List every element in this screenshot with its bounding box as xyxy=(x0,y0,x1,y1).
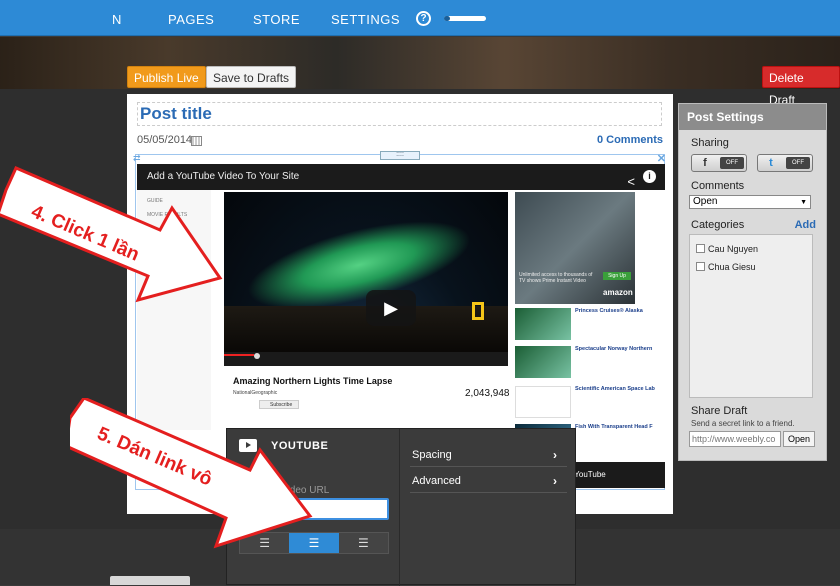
related-video: Scientific American Space Lab xyxy=(515,386,665,420)
checkbox[interactable] xyxy=(696,244,705,253)
categories-label: Categories xyxy=(691,219,745,231)
play-icon[interactable]: ▶ xyxy=(366,290,416,326)
related-title: Spectacular Norway Northern xyxy=(575,346,653,352)
progress-played xyxy=(224,354,254,356)
related-title: Princess Cruises® Alaska xyxy=(575,308,643,314)
related-thumb xyxy=(515,308,571,340)
amazon-logo: amazon xyxy=(603,288,633,297)
national-geographic-logo xyxy=(472,302,484,320)
step-4-callout: 4. Click 1 lần xyxy=(0,166,223,303)
related-title: Fish With Transparent Head F xyxy=(575,424,653,430)
category-label: Cau Nguyen xyxy=(708,244,759,254)
comments-label: Comments xyxy=(691,180,745,192)
video-player[interactable]: ▶ xyxy=(224,192,508,352)
chevron-right-icon: › xyxy=(553,448,557,462)
post-settings-panel: Post Settings Sharing f OFF t OFF Commen… xyxy=(678,103,827,461)
drag-handle[interactable]: :::: xyxy=(380,151,420,160)
toggle-state: OFF xyxy=(786,157,810,169)
bottom-tab[interactable] xyxy=(110,576,190,585)
align-right-button[interactable]: ☰ xyxy=(338,533,388,553)
add-category-link[interactable]: Add xyxy=(795,219,816,231)
post-title-field[interactable]: Post title xyxy=(137,102,662,126)
post-settings-title: Post Settings xyxy=(679,104,826,130)
twitter-share-toggle[interactable]: t OFF xyxy=(757,154,813,172)
share-url-field[interactable]: http://www.weebly.co xyxy=(689,431,781,447)
comments-link[interactable]: 0 Comments xyxy=(597,134,663,146)
ad-text: Unlimited access to thousands of TV show… xyxy=(519,272,593,284)
spacing-label: Spacing xyxy=(412,449,452,461)
share-draft-description: Send a secret link to a friend. xyxy=(691,419,795,428)
related-thumb xyxy=(515,346,571,378)
save-to-drafts-button[interactable]: Save to Drafts xyxy=(206,66,297,88)
related-video: Princess Cruises® Alaska xyxy=(515,308,665,342)
setup-progress-bar xyxy=(444,16,486,21)
post-date[interactable]: 05/05/2014 xyxy=(137,134,192,146)
comments-select-value: Open xyxy=(693,196,718,207)
facebook-icon: f xyxy=(703,157,707,169)
nav-item-partial[interactable]: N xyxy=(112,0,122,36)
toggle-state: OFF xyxy=(720,157,744,169)
category-item[interactable]: Cau Nguyen xyxy=(696,244,758,254)
player-controls[interactable] xyxy=(224,352,508,366)
open-share-button[interactable]: Open xyxy=(783,431,815,447)
channel-name: NationalGeographic xyxy=(233,390,278,396)
scrubber-handle[interactable] xyxy=(254,353,260,359)
facebook-share-toggle[interactable]: f OFF xyxy=(691,154,747,172)
sharing-label: Sharing xyxy=(691,137,729,149)
comments-select[interactable]: Open ▼ xyxy=(689,195,811,209)
calendar-icon[interactable] xyxy=(191,136,202,146)
video-title: Amazing Northern Lights Time Lapse xyxy=(233,376,393,386)
top-nav-bar: N PAGES STORE SETTINGS ? xyxy=(0,0,840,36)
info-icon[interactable]: i xyxy=(643,170,656,183)
view-count: 2,043,948 xyxy=(465,388,510,399)
twitter-icon: t xyxy=(769,157,773,169)
related-video: Spectacular Norway Northern xyxy=(515,346,665,380)
ad-signup-button: Sign Up xyxy=(603,272,631,280)
publish-live-button[interactable]: Publish Live xyxy=(127,66,206,88)
checkbox[interactable] xyxy=(696,262,705,271)
advanced-label: Advanced xyxy=(412,475,461,487)
category-label: Chua Giesu xyxy=(708,262,756,272)
delete-draft-button[interactable]: Delete Draft xyxy=(762,66,840,107)
progress-fill xyxy=(444,16,451,21)
category-list: Cau Nguyen Chua Giesu xyxy=(689,234,813,398)
advanced-option[interactable]: Advanced › xyxy=(410,469,567,493)
help-icon[interactable]: ? xyxy=(416,11,431,26)
nav-item-settings[interactable]: SETTINGS xyxy=(331,0,400,36)
chevron-down-icon: ▼ xyxy=(800,199,807,206)
related-title: Scientific American Space Lab xyxy=(575,386,655,392)
step-5-callout: 5. Dán link vô xyxy=(70,398,313,549)
nav-item-store[interactable]: STORE xyxy=(253,0,300,36)
header-banner xyxy=(0,37,840,89)
ad-banner: Unlimited access to thousands of TV show… xyxy=(515,192,635,304)
category-item[interactable]: Chua Giesu xyxy=(696,262,756,272)
spacing-option[interactable]: Spacing › xyxy=(410,443,567,467)
nav-item-pages[interactable]: PAGES xyxy=(168,0,214,36)
share-draft-title: Share Draft xyxy=(691,405,748,417)
chevron-right-icon: › xyxy=(553,474,557,488)
related-thumb xyxy=(515,386,571,418)
